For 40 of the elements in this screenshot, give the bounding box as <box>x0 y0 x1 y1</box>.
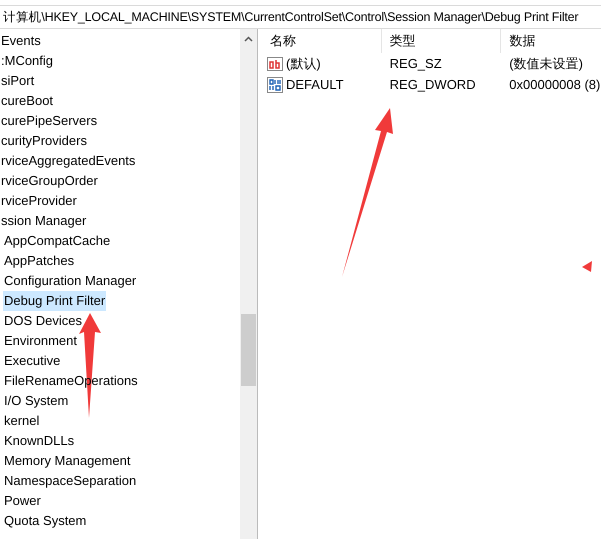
tree-item[interactable]: rviceAggregatedEvents <box>0 151 136 171</box>
tree-item[interactable]: DOS Devices <box>3 311 84 331</box>
tree-item[interactable]: siPort <box>0 71 36 91</box>
tree-item[interactable]: kernel <box>3 411 40 431</box>
value-name: (默认) <box>286 54 321 73</box>
tree-item[interactable]: Events <box>0 31 42 51</box>
scrollbar-thumb[interactable] <box>241 314 256 386</box>
tree-item[interactable]: I/O System <box>3 391 70 411</box>
tree-item[interactable]: ssion Manager <box>0 211 88 231</box>
tree-item[interactable]: Memory Management <box>3 451 132 471</box>
address-bar[interactable]: 计算机\HKEY_LOCAL_MACHINE\SYSTEM\CurrentControlSet\Control\Session Manager\Debug Print Filter <box>0 6 601 29</box>
tree-item[interactable]: curityProviders <box>0 131 88 151</box>
value-data: (数值未设置) <box>508 54 584 73</box>
tree-item[interactable]: Executive <box>3 351 62 371</box>
tree-item[interactable]: rviceProvider <box>0 191 78 211</box>
tree-item[interactable]: Configuration Manager <box>3 271 138 291</box>
tree-item[interactable]: NamespaceSeparation <box>3 471 138 491</box>
value-name: DEFAULT <box>286 76 344 94</box>
string-value-icon <box>267 56 283 72</box>
tree-item[interactable]: curePipeServers <box>0 111 98 131</box>
tree-item[interactable]: Debug Print Filter <box>3 291 106 311</box>
tree-item[interactable]: KnownDLLs <box>3 431 76 451</box>
annotation-arrow <box>582 261 592 272</box>
value-type: REG_DWORD <box>388 76 477 94</box>
tree-item[interactable]: Power <box>3 491 42 511</box>
tree-item[interactable]: AppPatches <box>3 251 76 271</box>
value-type: REG_SZ <box>388 54 443 73</box>
tree-item[interactable]: :MConfig <box>0 51 54 71</box>
tree-item[interactable]: cureBoot <box>0 91 54 111</box>
binary-value-icon <box>267 76 283 92</box>
value-data: 0x00000008 (8) <box>508 76 601 94</box>
tree-item[interactable]: rviceGroupOrder <box>0 171 99 191</box>
tree-item[interactable]: Environment <box>3 331 78 351</box>
tree-item[interactable]: AppCompatCache <box>3 231 112 251</box>
column-header[interactable]: 名称 <box>262 29 382 53</box>
column-header[interactable]: 数据 <box>501 29 601 53</box>
scrollbar[interactable] <box>240 29 257 539</box>
scroll-up-icon[interactable] <box>244 36 253 42</box>
tree-item[interactable]: Quota System <box>3 511 88 531</box>
column-header[interactable]: 类型 <box>382 29 502 53</box>
